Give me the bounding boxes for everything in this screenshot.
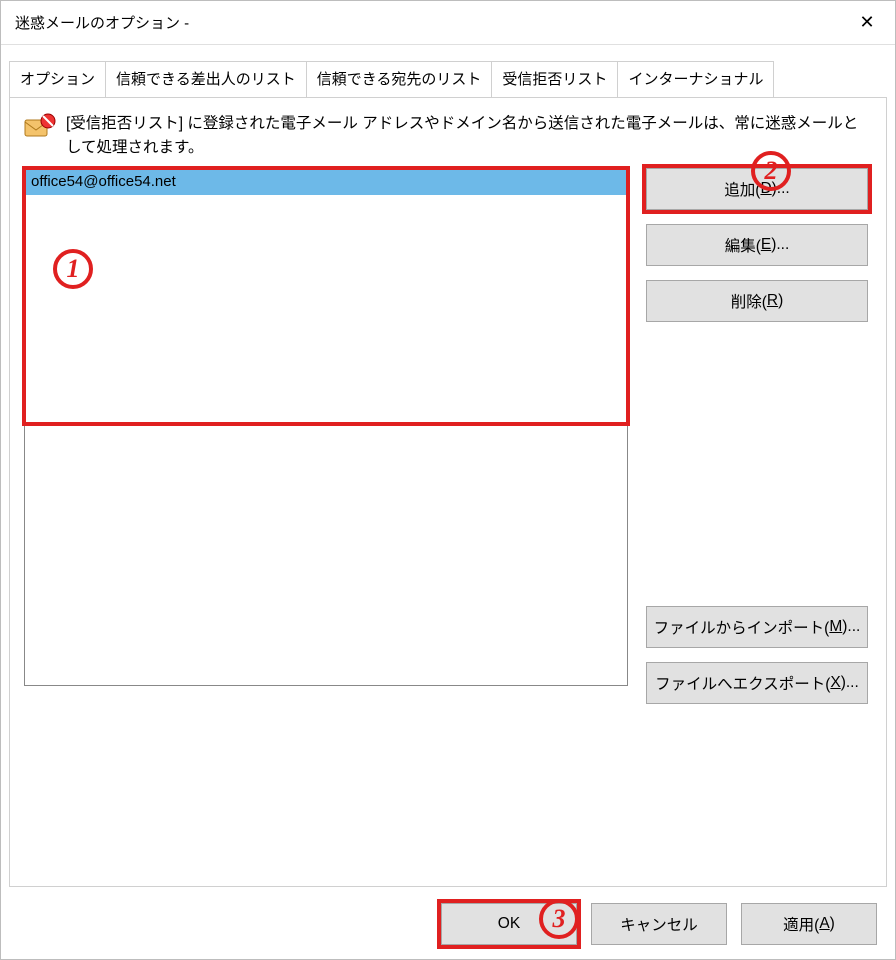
tab-options[interactable]: オプション bbox=[9, 61, 106, 97]
ok-button[interactable]: OK bbox=[441, 903, 577, 945]
tab-blocked-senders[interactable]: 受信拒否リスト bbox=[491, 61, 618, 97]
blocked-mail-icon bbox=[24, 112, 56, 144]
blocked-list-container: office54@office54.net bbox=[24, 168, 628, 686]
add-button[interactable]: 追加(D)... bbox=[646, 168, 868, 210]
close-icon: ✕ bbox=[859, 12, 874, 33]
apply-button[interactable]: 適用(A) bbox=[741, 903, 877, 945]
list-item[interactable]: office54@office54.net bbox=[25, 169, 627, 195]
titlebar: 迷惑メールのオプション - ✕ bbox=[1, 1, 895, 45]
cancel-button[interactable]: キャンセル bbox=[591, 903, 727, 945]
tab-panel-blocked-senders: [受信拒否リスト] に登録された電子メール アドレスやドメイン名から送信された電… bbox=[9, 97, 887, 887]
edit-button[interactable]: 編集(E)... bbox=[646, 224, 868, 266]
side-button-column: 追加(D)... 編集(E)... 削除(R) ファイルからインポート(M)..… bbox=[646, 168, 868, 704]
remove-button[interactable]: 削除(R) bbox=[646, 280, 868, 322]
panel-description: [受信拒否リスト] に登録された電子メール アドレスやドメイン名から送信された電… bbox=[66, 112, 872, 160]
tab-international[interactable]: インターナショナル bbox=[617, 61, 774, 97]
tab-safe-senders[interactable]: 信頼できる差出人のリスト bbox=[105, 61, 307, 97]
blocked-senders-listbox[interactable]: office54@office54.net bbox=[24, 168, 628, 686]
tab-bar: オプション 信頼できる差出人のリスト 信頼できる宛先のリスト 受信拒否リスト イ… bbox=[9, 61, 887, 97]
close-button[interactable]: ✕ bbox=[839, 1, 895, 45]
junk-mail-options-dialog: 迷惑メールのオプション - ✕ オプション 信頼できる差出人のリスト 信頼できる… bbox=[0, 0, 896, 960]
dialog-button-row: OK キャンセル 適用(A) bbox=[441, 903, 877, 945]
export-button[interactable]: ファイルへエクスポート(X)... bbox=[646, 662, 868, 704]
window-title: 迷惑メールのオプション - bbox=[15, 12, 189, 33]
import-button[interactable]: ファイルからインポート(M)... bbox=[646, 606, 868, 648]
tab-safe-recipients[interactable]: 信頼できる宛先のリスト bbox=[306, 61, 493, 97]
